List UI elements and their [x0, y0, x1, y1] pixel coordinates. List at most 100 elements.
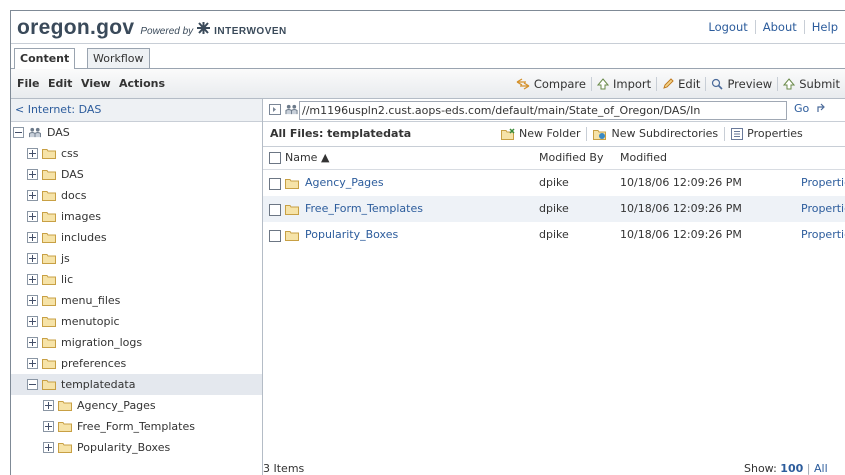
expand-icon[interactable] — [27, 274, 38, 285]
folder-icon — [42, 275, 56, 285]
column-name[interactable]: Name ▲ — [285, 147, 329, 169]
folder-icon — [58, 401, 72, 411]
expand-icon[interactable] — [43, 442, 54, 453]
tree-item-label: docs — [61, 189, 87, 202]
back-link[interactable]: < Internet: DAS — [11, 99, 262, 122]
vendor-text: INTERWOVEN — [214, 26, 287, 37]
magnifier-icon — [712, 78, 724, 90]
files-actions: New Folder New Subdirectories Properties — [501, 122, 809, 141]
properties-link[interactable]: Properties — [801, 196, 845, 222]
tab-workflow[interactable]: Workflow — [87, 48, 150, 68]
new-folder-button[interactable]: New Folder — [501, 127, 586, 141]
compare-icon — [516, 78, 530, 90]
collapse-icon[interactable] — [13, 127, 24, 138]
up-folder-icon[interactable] — [816, 103, 828, 115]
expand-icon[interactable] — [27, 169, 38, 180]
tree-item-popularity-boxes[interactable]: Popularity_Boxes — [11, 437, 262, 458]
window-frame-left — [0, 0, 11, 475]
row-checkbox[interactable] — [269, 204, 281, 216]
tree-item-preferences[interactable]: preferences — [11, 353, 262, 374]
tree-item-includes[interactable]: includes — [11, 227, 262, 248]
properties-link[interactable]: Properties — [801, 222, 845, 248]
expand-icon[interactable] — [27, 148, 38, 159]
collapse-panel-icon[interactable] — [269, 104, 281, 115]
new-folder-icon — [501, 128, 515, 140]
collapse-icon[interactable] — [27, 379, 38, 390]
tree-item-menu-files[interactable]: menu_files — [11, 290, 262, 311]
expand-icon[interactable] — [27, 190, 38, 201]
menu-actions[interactable]: Actions — [119, 69, 165, 98]
about-link[interactable]: About — [754, 20, 804, 34]
expand-icon[interactable] — [27, 337, 38, 348]
tree-item-css[interactable]: css — [11, 143, 262, 164]
tree-item-migration-logs[interactable]: migration_logs — [11, 332, 262, 353]
tree-item-templatedata[interactable]: templatedata — [11, 374, 262, 395]
menu-view[interactable]: View — [81, 69, 111, 98]
table-row: Agency_Pages dpike 10/18/06 12:09:26 PM … — [263, 170, 845, 196]
workarea-icon — [29, 127, 41, 138]
menu-file[interactable]: File — [17, 69, 40, 98]
tree-item-free-form-templates[interactable]: Free_Form_Templates — [11, 416, 262, 437]
expand-icon[interactable] — [27, 295, 38, 306]
top-links: Logout About Help — [701, 20, 845, 34]
row-checkbox[interactable] — [269, 178, 281, 190]
tree-item-label: css — [61, 147, 79, 160]
go-button[interactable]: Go — [794, 102, 809, 115]
file-name-link[interactable]: Free_Form_Templates — [285, 196, 423, 222]
folder-icon — [285, 204, 299, 215]
tree-item-lic[interactable]: lic — [11, 269, 262, 290]
import-button[interactable]: Import — [590, 77, 656, 91]
menu-edit[interactable]: Edit — [48, 69, 72, 98]
preview-button[interactable]: Preview — [705, 77, 777, 91]
tree-item-label: migration_logs — [61, 336, 143, 349]
select-all-checkbox[interactable] — [269, 152, 281, 164]
show-100-link[interactable]: 100 — [780, 462, 803, 475]
folder-icon — [42, 254, 56, 264]
row-checkbox[interactable] — [269, 230, 281, 242]
tree-item-label: Agency_Pages — [77, 399, 156, 412]
path-input[interactable]: //m1196uspln2.cust.aops-eds.com/default/… — [299, 101, 787, 120]
tree-root[interactable]: DAS — [11, 122, 262, 143]
tree-item-label: Popularity_Boxes — [77, 441, 171, 454]
toolbar-actions: Compare Import Edit Preview Submit — [511, 69, 845, 91]
tree-item-js[interactable]: js — [11, 248, 262, 269]
properties-button[interactable]: Properties — [724, 127, 809, 141]
tree-item-docs[interactable]: docs — [11, 185, 262, 206]
file-name-link[interactable]: Popularity_Boxes — [285, 222, 398, 248]
tab-bar: Content Workflow — [11, 44, 845, 69]
folder-icon — [58, 443, 72, 453]
folder-icon — [42, 191, 56, 201]
folder-icon — [42, 380, 56, 390]
expand-icon[interactable] — [43, 400, 54, 411]
expand-icon[interactable] — [27, 358, 38, 369]
expand-icon[interactable] — [43, 421, 54, 432]
column-modified-by[interactable]: Modified By — [539, 147, 604, 169]
logout-link[interactable]: Logout — [701, 20, 754, 34]
edit-button[interactable]: Edit — [656, 77, 705, 91]
file-name-link[interactable]: Agency_Pages — [285, 170, 384, 196]
help-link[interactable]: Help — [803, 20, 845, 34]
modified-by-cell: dpike — [539, 202, 569, 215]
folder-icon — [42, 170, 56, 180]
expand-icon[interactable] — [27, 316, 38, 327]
tree-item-label: images — [61, 210, 101, 223]
submit-button[interactable]: Submit — [777, 77, 845, 91]
compare-button[interactable]: Compare — [511, 77, 591, 91]
tree-root-label: DAS — [47, 126, 70, 139]
folder-icon — [58, 422, 72, 432]
expand-icon[interactable] — [27, 211, 38, 222]
column-modified[interactable]: Modified — [620, 147, 667, 169]
properties-link[interactable]: Properties — [801, 170, 845, 196]
expand-icon[interactable] — [27, 253, 38, 264]
show-all-link[interactable]: All — [814, 462, 828, 475]
tab-content[interactable]: Content — [14, 48, 76, 69]
tree-item-agency-pages[interactable]: Agency_Pages — [11, 395, 262, 416]
new-subdirectories-button[interactable]: New Subdirectories — [586, 127, 724, 141]
tree-item-das[interactable]: DAS — [11, 164, 262, 185]
window-frame-top — [10, 0, 845, 11]
tree-item-images[interactable]: images — [11, 206, 262, 227]
folder-icon — [42, 149, 56, 159]
folder-icon — [285, 178, 299, 189]
tree-item-menutopic[interactable]: menutopic — [11, 311, 262, 332]
expand-icon[interactable] — [27, 232, 38, 243]
